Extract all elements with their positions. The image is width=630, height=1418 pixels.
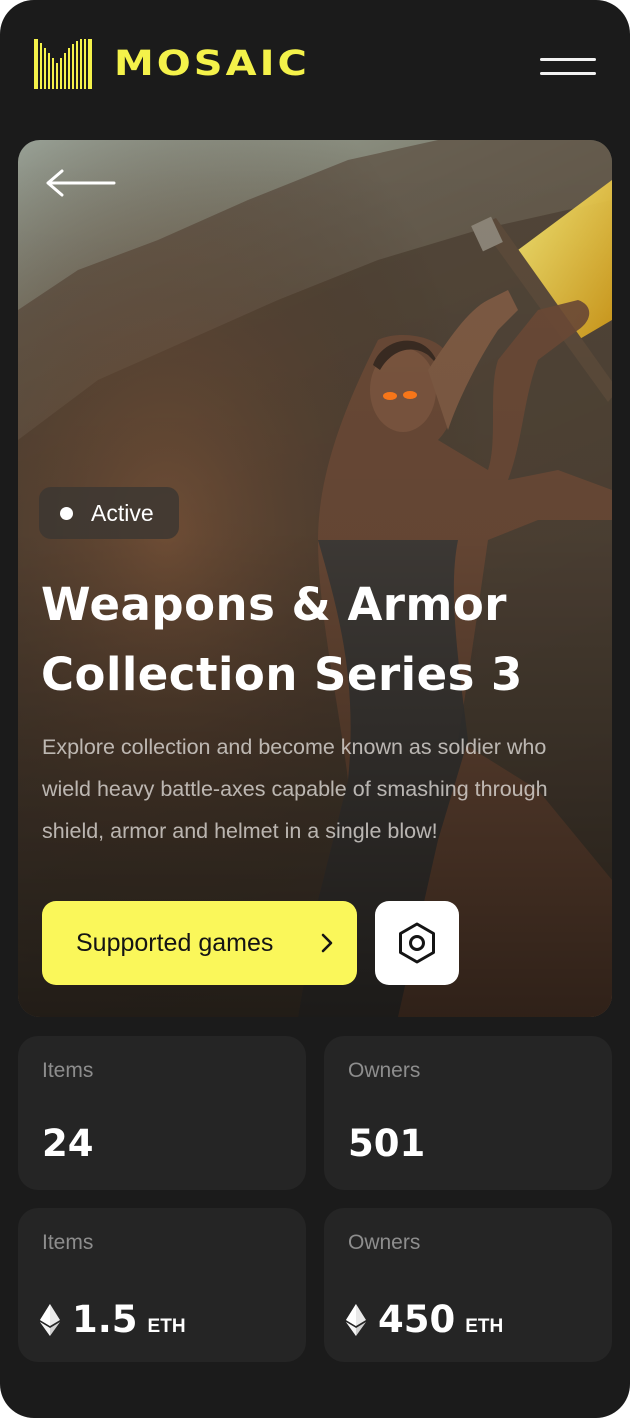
stat-label: Items [42, 1059, 94, 1082]
eth-amount: 1.5 ETH [40, 1300, 186, 1340]
stat-card-items-eth: Items 1.5 ETH [18, 1208, 306, 1362]
status-label: Active [91, 499, 154, 526]
mosaic-logo-icon [34, 39, 92, 89]
header: MOSAIC [34, 38, 596, 90]
stat-label: Owners [348, 1231, 421, 1254]
arrow-left-icon[interactable] [44, 168, 116, 198]
eth-amount: 450 ETH [346, 1300, 503, 1340]
stat-card-owners: Owners 501 [324, 1036, 612, 1190]
logo[interactable]: MOSAIC [34, 38, 310, 90]
ethereum-icon [40, 1304, 60, 1336]
stat-value: 1.5 [72, 1298, 138, 1341]
app-screen: MOSAIC Active Weapons & Armor Collection… [0, 0, 630, 1418]
chevron-right-icon [321, 933, 333, 953]
stat-card-owners-eth: Owners 450 ETH [324, 1208, 612, 1362]
hexagon-settings-icon [399, 922, 435, 964]
collection-title: Weapons & Armor Collection Series 3 [41, 578, 523, 701]
stat-value: 450 [378, 1298, 456, 1341]
stat-label: Items [42, 1231, 94, 1254]
stat-unit: ETH [465, 1316, 504, 1337]
status-dot-icon [60, 506, 73, 520]
stat-value: 501 [348, 1122, 426, 1165]
status-badge: Active [39, 487, 179, 539]
ethereum-icon [346, 1304, 366, 1336]
stat-label: Owners [348, 1059, 421, 1082]
stat-card-items: Items 24 [18, 1036, 306, 1190]
menu-button[interactable] [540, 52, 596, 78]
hamburger-menu-icon [540, 58, 596, 61]
supported-games-label: Supported games [76, 928, 274, 957]
collection-settings-button[interactable] [375, 901, 459, 985]
hamburger-menu-line [540, 72, 596, 75]
stat-value: 24 [42, 1122, 94, 1165]
collection-hero: Active Weapons & Armor Collection Series… [18, 140, 612, 1017]
brand-name: MOSAIC [114, 44, 310, 84]
stat-unit: ETH [147, 1316, 186, 1337]
collection-description: Explore collection and become known as s… [42, 735, 548, 843]
supported-games-button[interactable]: Supported games [42, 901, 357, 985]
